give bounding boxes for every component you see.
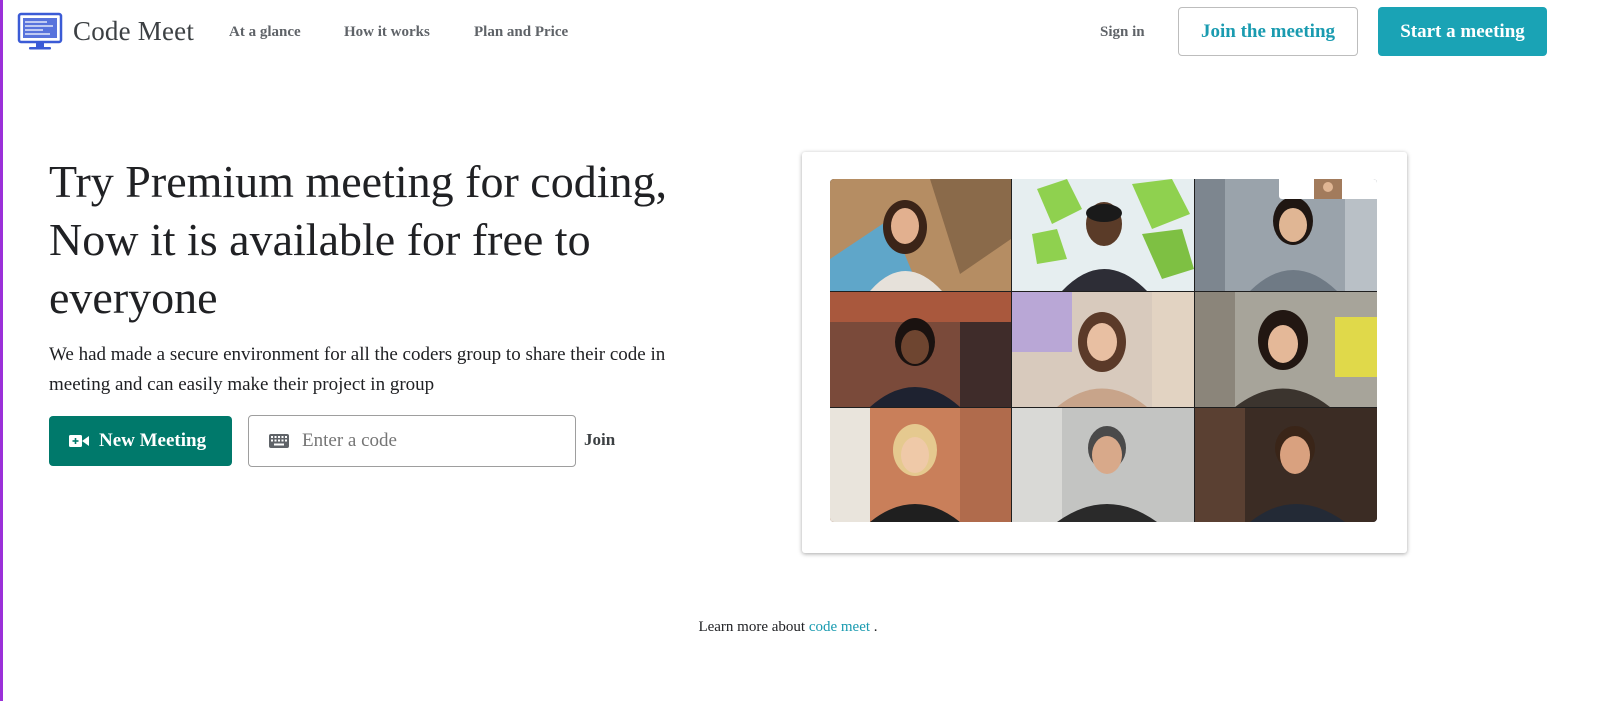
sign-in-link[interactable]: Sign in bbox=[1100, 24, 1145, 41]
video-tile bbox=[830, 292, 1011, 407]
video-tile bbox=[830, 408, 1011, 522]
learn-more-suffix: . bbox=[873, 619, 878, 635]
video-tile bbox=[1012, 292, 1194, 407]
start-meeting-button[interactable]: Start a meeting bbox=[1378, 7, 1547, 56]
learn-more-text: Learn more about code meet . bbox=[0, 619, 1576, 636]
meeting-code-field[interactable] bbox=[248, 415, 576, 467]
hero-title: Try Premium meeting for coding, Now it i… bbox=[49, 153, 769, 327]
top-navbar: Code Meet At a glance How it works Plan … bbox=[0, 0, 1600, 64]
video-tile bbox=[1012, 408, 1194, 522]
new-meeting-button[interactable]: New Meeting bbox=[49, 416, 232, 466]
nav-at-a-glance[interactable]: At a glance bbox=[229, 24, 301, 41]
hero-title-line-2: Now it is available for free to bbox=[49, 214, 591, 265]
hero-title-line-1: Try Premium meeting for coding, bbox=[49, 156, 667, 207]
join-meeting-button[interactable]: Join the meeting bbox=[1178, 7, 1358, 56]
video-tile bbox=[1195, 408, 1377, 522]
preview-call-controls bbox=[1279, 179, 1377, 199]
video-tile bbox=[1195, 179, 1377, 291]
hero-title-line-3: everyone bbox=[49, 272, 218, 323]
video-tile bbox=[830, 179, 1011, 291]
learn-more-link[interactable]: code meet bbox=[809, 619, 870, 635]
monitor-icon bbox=[17, 12, 63, 50]
keyboard-icon bbox=[269, 434, 289, 448]
meeting-code-input[interactable] bbox=[302, 430, 562, 452]
self-view-icon bbox=[1314, 179, 1342, 199]
nav-how-it-works[interactable]: How it works bbox=[344, 24, 430, 41]
brand-logo[interactable]: Code Meet bbox=[17, 11, 194, 51]
meeting-preview-card bbox=[802, 152, 1407, 553]
hero-description-line-2: meeting and can easily make their projec… bbox=[49, 374, 435, 395]
new-meeting-label: New Meeting bbox=[99, 430, 207, 451]
video-tile bbox=[1195, 292, 1377, 407]
hero-description: We had made a secure environment for all… bbox=[49, 340, 739, 400]
brand-name: Code Meet bbox=[73, 15, 195, 46]
join-button[interactable]: Join bbox=[584, 430, 615, 450]
video-camera-icon bbox=[69, 435, 89, 447]
window-left-edge bbox=[0, 0, 3, 701]
nav-plan-and-price[interactable]: Plan and Price bbox=[474, 24, 568, 41]
learn-more-prefix: Learn more about bbox=[698, 619, 806, 635]
video-tile bbox=[1012, 179, 1194, 291]
hero-description-line-1: We had made a secure environment for all… bbox=[49, 344, 666, 365]
video-grid-image bbox=[830, 179, 1377, 522]
